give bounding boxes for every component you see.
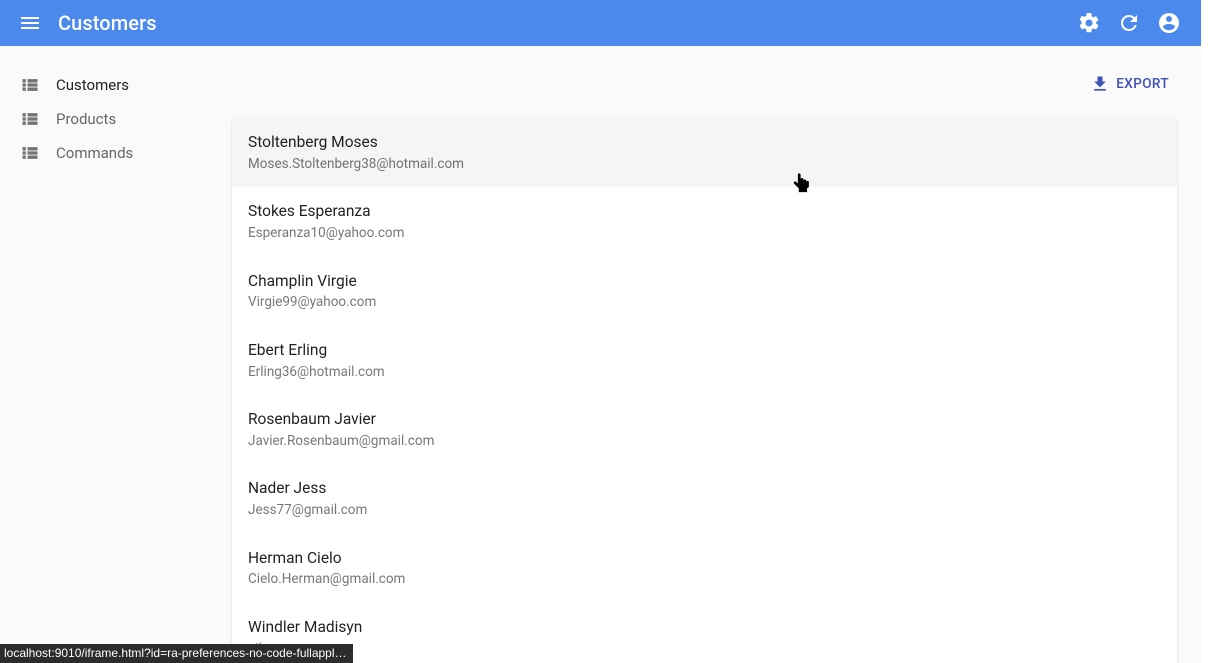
- menu-icon: [18, 11, 42, 35]
- sidebar: Customers Products Commands: [0, 46, 232, 170]
- customer-name: Champlin Virgie: [248, 271, 1161, 293]
- sidebar-item-label: Customers: [56, 76, 129, 94]
- customer-email: Virgie99@yahoo.com: [248, 292, 1161, 314]
- download-icon: [1090, 74, 1110, 94]
- customer-name: Stoltenberg Moses: [248, 132, 1161, 154]
- customer-name: Windler Madisyn: [248, 617, 1161, 639]
- customer-email: Erling36@hotmail.com: [248, 362, 1161, 384]
- sidebar-item-label: Commands: [56, 144, 133, 162]
- status-url: localhost:9010/iframe.html?id=ra-prefere…: [0, 644, 353, 663]
- page-scroll[interactable]: Customers: [0, 0, 1201, 663]
- sidebar-item-label: Products: [56, 110, 116, 128]
- sidebar-item-customers[interactable]: Customers: [0, 68, 232, 102]
- list-item[interactable]: Ebert Erling Erling36@hotmail.com: [232, 326, 1177, 395]
- export-button-label: EXPORT: [1116, 76, 1169, 92]
- sidebar-item-commands[interactable]: Commands: [0, 136, 232, 170]
- settings-button[interactable]: [1069, 3, 1109, 43]
- customer-email: Esperanza10@yahoo.com: [248, 223, 1161, 245]
- list-item[interactable]: Stokes Esperanza Esperanza10@yahoo.com: [232, 187, 1177, 256]
- list-icon: [18, 73, 42, 97]
- account-circle-icon: [1157, 11, 1181, 35]
- list-item[interactable]: Champlin Virgie Virgie99@yahoo.com: [232, 257, 1177, 326]
- list-item[interactable]: Stoltenberg Moses Moses.Stoltenberg38@ho…: [232, 118, 1177, 187]
- refresh-icon: [1117, 11, 1141, 35]
- list-item[interactable]: Herman Cielo Cielo.Herman@gmail.com: [232, 534, 1177, 603]
- customer-name: Nader Jess: [248, 478, 1161, 500]
- customer-email: Javier.Rosenbaum@gmail.com: [248, 431, 1161, 453]
- sidebar-item-products[interactable]: Products: [0, 102, 232, 136]
- customer-email: ail.com: [248, 639, 1161, 661]
- export-button[interactable]: EXPORT: [1082, 68, 1177, 100]
- customer-email: Cielo.Herman@gmail.com: [248, 569, 1161, 591]
- customer-name: Stokes Esperanza: [248, 201, 1161, 223]
- page-title: Customers: [58, 11, 157, 35]
- menu-button[interactable]: [10, 3, 50, 43]
- list-icon: [18, 141, 42, 165]
- customer-email: Moses.Stoltenberg38@hotmail.com: [248, 154, 1161, 176]
- customer-name: Rosenbaum Javier: [248, 409, 1161, 431]
- list-item[interactable]: Nader Jess Jess77@gmail.com: [232, 464, 1177, 533]
- list-item[interactable]: Rosenbaum Javier Javier.Rosenbaum@gmail.…: [232, 395, 1177, 464]
- customers-list: Stoltenberg Moses Moses.Stoltenberg38@ho…: [232, 118, 1177, 663]
- list-toolbar: EXPORT: [232, 64, 1177, 104]
- customer-name: Herman Cielo: [248, 548, 1161, 570]
- customer-email: Jess77@gmail.com: [248, 500, 1161, 522]
- main-content: EXPORT Stoltenberg Moses Moses.Stoltenbe…: [232, 46, 1201, 663]
- account-button[interactable]: [1149, 3, 1189, 43]
- gear-icon: [1077, 11, 1101, 35]
- refresh-button[interactable]: [1109, 3, 1149, 43]
- list-icon: [18, 107, 42, 131]
- customer-name: Ebert Erling: [248, 340, 1161, 362]
- appbar: Customers: [0, 0, 1201, 46]
- list-item[interactable]: Windler Madisyn ail.com: [232, 603, 1177, 663]
